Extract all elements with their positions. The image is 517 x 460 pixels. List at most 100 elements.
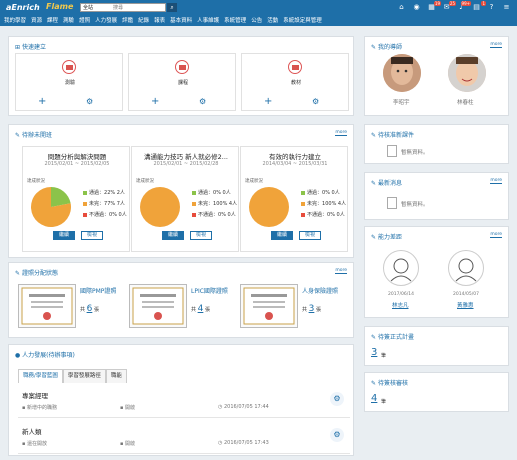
help-icon[interactable]: ? — [487, 3, 496, 12]
task-row[interactable]: 新人類 ▪ 還在開放 ▪ 開啟 ◷ 2016/07/05 17:43 ⚙ — [18, 422, 350, 454]
gap-name-1[interactable]: 林志凡 — [392, 301, 409, 309]
gear-icon[interactable]: ⚙ — [86, 97, 93, 107]
menu-item[interactable]: 活動 — [267, 16, 278, 24]
menu-item[interactable]: 人事維護 — [197, 16, 219, 24]
certificate-image[interactable] — [129, 284, 187, 328]
cert-count-number[interactable]: 6 — [87, 304, 93, 314]
calendar-icon[interactable]: ▦ 19 — [427, 1, 441, 12]
gap-avatar-2[interactable] — [448, 250, 484, 286]
search-scope-select[interactable]: 全站 — [83, 4, 93, 12]
add-icon[interactable]: + — [264, 97, 272, 107]
search-input[interactable] — [113, 4, 163, 12]
quick-item-material[interactable]: 教材 + ⚙ — [241, 53, 349, 111]
hr-tab[interactable]: 學習發展路徑 — [62, 369, 106, 383]
mail-icon[interactable]: ✉ 25 — [442, 1, 456, 12]
cert-count: 共 3 張 — [302, 304, 321, 314]
legend-item: 不通過：0% 0人 — [301, 211, 345, 218]
task-status: ▪ 新增中的職務 — [22, 404, 57, 411]
more-link[interactable]: more — [490, 42, 502, 48]
view-button[interactable]: 檢視 — [190, 231, 212, 240]
add-icon[interactable]: + — [38, 97, 46, 107]
quick-item-label: 教材 — [290, 80, 301, 86]
home-icon[interactable]: ⌂ — [397, 3, 406, 12]
gap-date-1: 2017/06/14 — [388, 292, 414, 297]
plans-count[interactable]: 3 — [371, 347, 377, 358]
quick-item-label: 測驗 — [64, 80, 75, 86]
teacher-name-1[interactable]: 李昭宇 — [393, 98, 410, 106]
course-title[interactable]: 有效的執行力建立 — [245, 151, 345, 161]
more-link[interactable]: more — [335, 268, 347, 274]
more-link[interactable]: more — [490, 232, 502, 238]
course-title[interactable]: 溝通能力技巧 新人就必修2... — [136, 151, 236, 161]
view-button[interactable]: 檢視 — [299, 231, 321, 240]
quick-item-course[interactable]: 課程 + ⚙ — [128, 53, 236, 111]
menu-item[interactable]: 課程 — [47, 16, 58, 24]
course-card[interactable]: 溝通能力技巧 新人就必修2... 2015/02/01 ~ 2015/02/28 達… — [131, 146, 239, 252]
certificate-image[interactable] — [18, 284, 76, 328]
menu-item[interactable]: 系統管理 — [224, 16, 246, 24]
cert-name[interactable]: 國際PMP證照 — [80, 286, 116, 295]
hr-tab[interactable]: 職務/學習藍圖 — [18, 369, 63, 383]
teacher-avatar-2[interactable] — [448, 54, 486, 92]
menu-item[interactable]: 公告 — [251, 16, 262, 24]
cert-card[interactable]: 國際PMP證照共 6 張 — [18, 284, 126, 330]
legend-value: 0% 0人 — [218, 212, 236, 218]
more-link[interactable]: more — [335, 130, 347, 136]
legend-swatch — [83, 212, 87, 217]
face-icon — [448, 54, 486, 92]
brand-logo[interactable]: aEnrich — [6, 3, 40, 12]
gap-name-2[interactable]: 黃雅惠 — [457, 301, 474, 309]
menu-item[interactable]: 系統設定與管理 — [283, 16, 322, 24]
continue-button[interactable]: 繼續 — [162, 231, 184, 240]
approvals-count[interactable]: 4 — [371, 393, 377, 404]
menu-item[interactable]: 人力發展 — [95, 16, 117, 24]
gap-avatar-1[interactable] — [383, 250, 419, 286]
task-name[interactable]: 新人類 — [22, 426, 42, 436]
task-row[interactable]: 專案經理 ▪ 新增中的職務 ▪ 開啟 ◷ 2016/07/05 17:44 ⚙ — [18, 386, 350, 418]
task-state-text: 開啟 — [124, 405, 135, 411]
cert-count-suffix: 張 — [204, 307, 210, 313]
cert-card[interactable]: 人身保險證照共 3 張 — [240, 284, 348, 330]
menu-item[interactable]: 報表 — [154, 16, 165, 24]
user-icon[interactable]: ◉ — [412, 3, 421, 12]
tasks-icon[interactable]: ▤ 1 — [472, 1, 486, 12]
course-title[interactable]: 問題分析與解決問題 — [27, 151, 127, 161]
cert-count-number[interactable]: 3 — [309, 304, 315, 314]
menu-item[interactable]: 資源 — [31, 16, 42, 24]
gear-icon[interactable]: ⚙ — [330, 392, 344, 406]
gap-date-2: 2014/05/07 — [453, 292, 479, 297]
menu-icon[interactable]: ≡ — [502, 3, 511, 12]
continue-button[interactable]: 繼續 — [271, 231, 293, 240]
cert-card[interactable]: LPIC國際證照共 4 張 — [129, 284, 237, 330]
teacher-avatar-1[interactable] — [383, 54, 421, 92]
gear-icon[interactable]: ⚙ — [312, 97, 319, 107]
menu-item[interactable]: 評鑑 — [122, 16, 133, 24]
search-icon[interactable]: ⌕ — [167, 3, 177, 12]
legend-value: 100% 4人 — [322, 201, 347, 207]
cert-count-number[interactable]: 4 — [198, 304, 204, 314]
course-card[interactable]: 有效的執行力建立 2014/03/04 ~ 2015/03/31 達成狀況 通過：0%… — [240, 146, 348, 252]
continue-button[interactable]: 繼續 — [53, 231, 75, 240]
view-button[interactable]: 檢視 — [81, 231, 103, 240]
menu-item[interactable]: 基本資料 — [170, 16, 192, 24]
add-icon[interactable]: + — [151, 97, 159, 107]
bell-icon[interactable]: ♪ 99+ — [457, 1, 471, 12]
hr-tab[interactable]: 職能 — [105, 369, 127, 383]
task-name[interactable]: 專案經理 — [22, 390, 48, 400]
more-link[interactable]: more — [490, 178, 502, 184]
empty-text: 暫無資料。 — [401, 150, 429, 156]
certificate-image[interactable] — [240, 284, 298, 328]
menu-item[interactable]: 我的學習 — [4, 16, 26, 24]
menu-item[interactable]: 紀錄 — [138, 16, 149, 24]
cert-name[interactable]: 人身保險證照 — [302, 286, 338, 295]
menu-item[interactable]: 測驗 — [63, 16, 74, 24]
cert-name[interactable]: LPIC國際證照 — [191, 286, 228, 295]
teacher-name-2[interactable]: 林春柱 — [457, 98, 474, 106]
menu-item[interactable]: 證照 — [79, 16, 90, 24]
course-card[interactable]: 問題分析與解決問題 2015/02/01 ~ 2015/02/05 達成狀況 通過：2… — [22, 146, 130, 252]
quick-item-exam[interactable]: 測驗 + ⚙ — [15, 53, 123, 111]
task-time: ◷ 2016/07/05 17:44 — [218, 404, 269, 410]
plans-unit: 筆 — [381, 353, 387, 359]
gear-icon[interactable]: ⚙ — [199, 97, 206, 107]
gear-icon[interactable]: ⚙ — [330, 428, 344, 442]
